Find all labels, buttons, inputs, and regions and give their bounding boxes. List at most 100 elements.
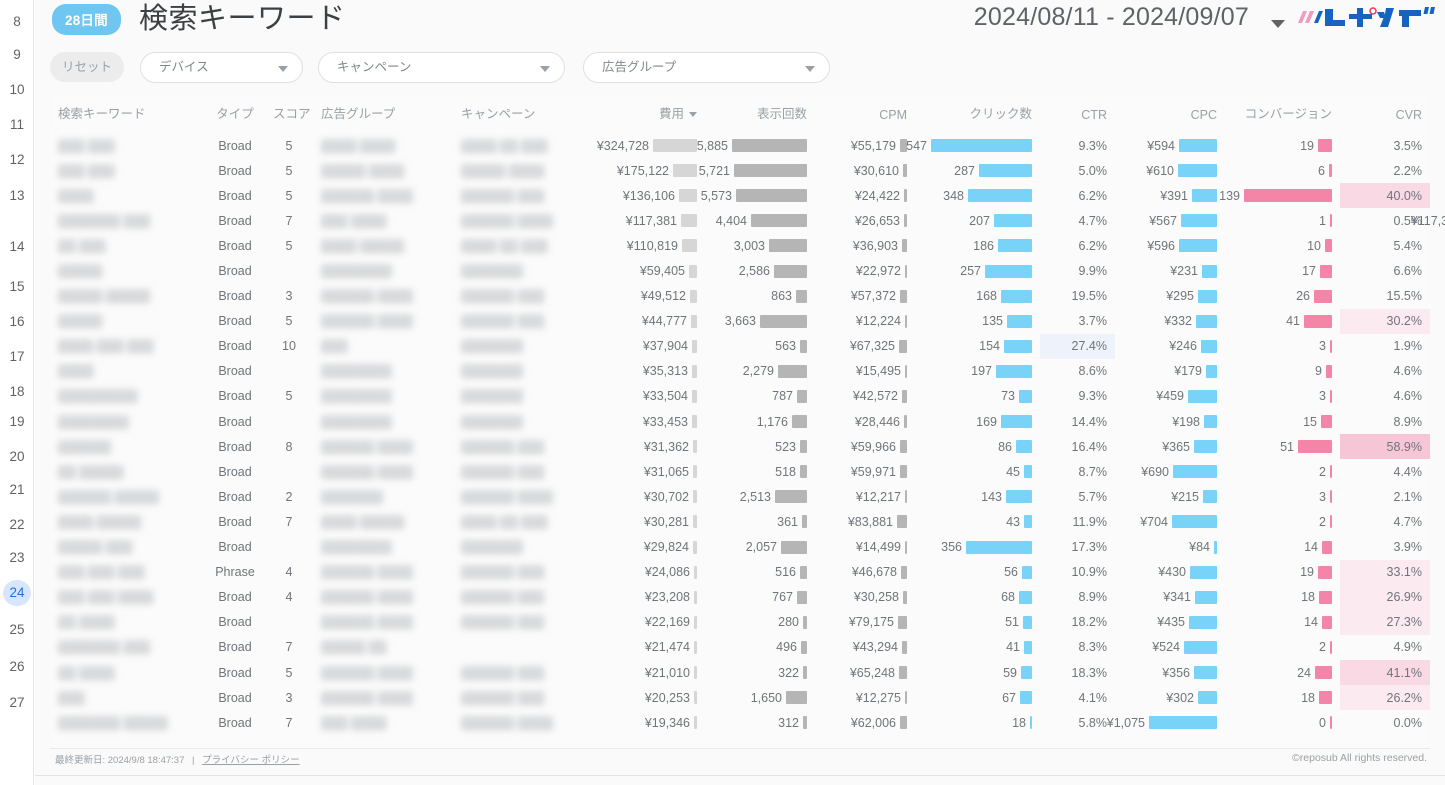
cell-campaign[interactable] (453, 635, 593, 660)
column-header-cpa[interactable]: CPA (1430, 96, 1445, 133)
cell-campaign[interactable]: ▒▒▒▒ ▒▒ ▒▒▒ (453, 509, 593, 534)
column-header-cpc[interactable]: CPC (1115, 96, 1225, 133)
row-number-17[interactable]: 17 (0, 347, 34, 367)
reset-button[interactable]: リセット (50, 52, 124, 82)
table-row[interactable]: ▒▒▒Broad3▒▒▒▒▒▒ ▒▒▒▒▒▒▒▒▒▒ ▒▒▒¥20,2531,6… (50, 685, 1445, 710)
cell-keyword[interactable]: ▒▒▒ ▒▒▒ (50, 158, 205, 183)
cell-keyword[interactable]: ▒▒▒▒▒ (50, 258, 205, 283)
cell-keyword[interactable]: ▒▒ ▒▒▒ (50, 233, 205, 258)
cell-campaign[interactable]: ▒▒▒▒▒▒▒ (453, 258, 593, 283)
column-header-adgroup[interactable]: 広告グループ (313, 96, 453, 133)
column-header-type[interactable]: タイプ (205, 96, 265, 133)
table-row[interactable]: ▒▒▒ ▒▒▒ ▒▒▒▒Broad4▒▒▒▒▒▒ ▒▒▒▒▒▒▒▒▒▒ ▒▒▒¥… (50, 585, 1445, 610)
cell-campaign[interactable]: ▒▒▒▒▒ ▒▒▒▒ (453, 158, 593, 183)
table-row[interactable]: ▒▒▒ ▒▒▒Broad5▒▒▒▒ ▒▒▒▒▒▒▒▒ ▒▒ ▒▒▒¥324,72… (50, 133, 1445, 158)
table-row[interactable]: ▒▒▒ ▒▒▒Broad5▒▒▒▒▒ ▒▒▒▒▒▒▒▒▒ ▒▒▒▒¥175,12… (50, 158, 1445, 183)
column-header-imp[interactable]: 表示回数 (705, 96, 815, 133)
cell-adgroup[interactable]: ▒▒▒▒ ▒▒▒▒▒ (313, 233, 453, 258)
column-header-cost[interactable]: 費用 (593, 96, 705, 133)
cell-campaign[interactable]: ▒▒▒▒▒▒ ▒▒▒ (453, 309, 593, 334)
cell-adgroup[interactable]: ▒▒▒ ▒▒▒▒ (313, 208, 453, 233)
cell-adgroup[interactable]: ▒▒▒ ▒▒▒▒ (313, 710, 453, 735)
column-header-clicks[interactable]: クリック数 (915, 96, 1040, 133)
cell-keyword[interactable]: ▒▒▒ (50, 685, 205, 710)
cell-keyword[interactable]: ▒▒▒ ▒▒▒ ▒▒▒▒ (50, 585, 205, 610)
table-row[interactable]: ▒▒ ▒▒▒▒Broad▒▒▒▒▒▒ ▒▒▒▒▒▒▒▒▒▒ ▒▒▒¥22,169… (50, 610, 1445, 635)
column-header-cvr[interactable]: CVR (1340, 96, 1430, 133)
cell-keyword[interactable]: ▒▒ ▒▒▒▒ (50, 610, 205, 635)
table-row[interactable]: ▒▒▒▒Broad▒▒▒▒▒▒▒▒▒▒▒▒▒▒▒¥35,3132,279¥15,… (50, 359, 1445, 384)
cell-campaign[interactable]: ▒▒▒▒▒▒▒ (453, 359, 593, 384)
table-row[interactable]: ▒▒▒▒▒▒▒ ▒▒▒▒▒Broad7▒▒▒ ▒▒▒▒▒▒▒▒▒▒ ▒▒▒▒¥1… (50, 710, 1445, 735)
table-row[interactable]: ▒▒▒▒▒Broad5▒▒▒▒▒▒ ▒▒▒▒▒▒▒▒▒▒ ▒▒▒¥44,7773… (50, 309, 1445, 334)
cell-campaign[interactable]: ▒▒▒▒▒▒ ▒▒▒ (453, 459, 593, 484)
cell-keyword[interactable]: ▒▒▒▒▒ ▒▒▒ (50, 535, 205, 560)
cell-campaign[interactable]: ▒▒▒▒▒▒ ▒▒▒▒ (453, 710, 593, 735)
table-row[interactable]: ▒▒▒▒▒▒▒ ▒▒▒Broad7▒▒▒ ▒▒▒▒▒▒▒▒▒▒ ▒▒▒▒¥117… (50, 208, 1445, 233)
device-filter-select[interactable]: デバイス (140, 52, 303, 83)
row-number-8[interactable]: 8 (0, 12, 34, 32)
cell-campaign[interactable]: ▒▒▒▒ ▒▒ ▒▒▒ (453, 133, 593, 158)
cell-keyword[interactable]: ▒▒▒▒ (50, 183, 205, 208)
cell-keyword[interactable]: ▒▒▒▒▒▒▒▒▒ (50, 384, 205, 409)
cell-adgroup[interactable]: ▒▒▒▒▒▒ ▒▒▒▒ (313, 459, 453, 484)
cell-keyword[interactable]: ▒▒▒▒▒ ▒▒▒▒▒ (50, 284, 205, 309)
table-row[interactable]: ▒▒▒▒▒▒▒▒▒Broad5▒▒▒▒▒▒▒▒▒▒▒▒▒▒▒¥33,504787… (50, 384, 1445, 409)
cell-adgroup[interactable]: ▒▒▒▒▒▒ ▒▒▒▒ (313, 685, 453, 710)
table-row[interactable]: ▒▒ ▒▒▒▒▒Broad▒▒▒▒▒▒ ▒▒▒▒▒▒▒▒▒▒ ▒▒▒¥31,06… (50, 459, 1445, 484)
privacy-policy-link[interactable]: プライバシー ポリシー (202, 755, 299, 766)
table-row[interactable]: ▒▒▒▒▒▒Broad8▒▒▒▒▒▒ ▒▒▒▒▒▒▒▒▒▒ ▒▒▒¥31,362… (50, 434, 1445, 459)
cell-adgroup[interactable]: ▒▒▒▒▒▒▒▒ (313, 359, 453, 384)
period-badge[interactable]: 28日間 (52, 4, 121, 35)
cell-campaign[interactable]: ▒▒▒▒▒▒ ▒▒▒▒ (453, 484, 593, 509)
row-number-20[interactable]: 20 (0, 447, 34, 467)
adgroup-filter-select[interactable]: 広告グループ (583, 52, 830, 83)
cell-campaign[interactable]: ▒▒▒▒▒▒▒ (453, 334, 593, 359)
table-row[interactable]: ▒▒▒▒▒▒▒ ▒▒▒Broad7▒▒▒▒▒ ▒▒¥21,474496¥43,2… (50, 635, 1445, 660)
table-row[interactable]: ▒▒ ▒▒▒▒Broad5▒▒▒▒▒▒ ▒▒▒▒▒▒▒▒▒▒ ▒▒▒¥21,01… (50, 660, 1445, 685)
cell-campaign[interactable]: ▒▒▒▒▒▒ ▒▒▒ (453, 610, 593, 635)
cell-adgroup[interactable]: ▒▒▒▒▒▒ ▒▒▒▒ (313, 560, 453, 585)
cell-campaign[interactable]: ▒▒▒▒▒▒▒ (453, 409, 593, 434)
row-number-10[interactable]: 10 (0, 80, 34, 100)
cell-keyword[interactable]: ▒▒▒▒ (50, 359, 205, 384)
cell-keyword[interactable]: ▒▒▒▒▒▒▒▒ (50, 409, 205, 434)
cell-adgroup[interactable]: ▒▒▒▒▒▒ ▒▒▒▒ (313, 183, 453, 208)
row-number-15[interactable]: 15 (0, 277, 34, 297)
table-row[interactable]: ▒▒▒▒▒ ▒▒▒Broad▒▒▒▒▒▒▒▒▒▒▒▒▒▒▒¥29,8242,05… (50, 535, 1445, 560)
cell-adgroup[interactable]: ▒▒▒▒ ▒▒▒▒ (313, 133, 453, 158)
sort-descending-icon[interactable] (689, 112, 697, 117)
cell-keyword[interactable]: ▒▒▒ ▒▒▒ ▒▒▒ (50, 560, 205, 585)
cell-campaign[interactable]: ▒▒▒▒▒▒▒ (453, 535, 593, 560)
cell-keyword[interactable]: ▒▒▒▒▒ (50, 309, 205, 334)
row-number-11[interactable]: 11 (0, 115, 34, 135)
row-number-27[interactable]: 27 (0, 693, 34, 713)
table-row[interactable]: ▒▒▒▒▒▒▒▒Broad▒▒▒▒▒▒▒▒▒▒▒▒▒▒▒¥33,4531,176… (50, 409, 1445, 434)
cell-adgroup[interactable]: ▒▒▒▒▒▒▒▒ (313, 409, 453, 434)
cell-adgroup[interactable]: ▒▒▒▒▒▒ ▒▒▒▒ (313, 610, 453, 635)
row-number-19[interactable]: 19 (0, 412, 34, 432)
cell-campaign[interactable]: ▒▒▒▒▒▒ ▒▒▒ (453, 660, 593, 685)
cell-keyword[interactable]: ▒▒ ▒▒▒▒▒ (50, 459, 205, 484)
cell-keyword[interactable]: ▒▒▒▒ ▒▒▒ ▒▒▒ (50, 334, 205, 359)
campaign-filter-select[interactable]: キャンペーン (318, 52, 565, 83)
cell-keyword[interactable]: ▒▒▒▒▒▒▒ ▒▒▒▒▒ (50, 710, 205, 735)
cell-adgroup[interactable]: ▒▒▒ (313, 334, 453, 359)
cell-campaign[interactable]: ▒▒▒▒▒▒ ▒▒▒ (453, 685, 593, 710)
column-header-ctr[interactable]: CTR (1040, 96, 1115, 133)
row-number-14[interactable]: 14 (0, 237, 34, 257)
row-number-9[interactable]: 9 (0, 45, 34, 65)
cell-adgroup[interactable]: ▒▒▒▒▒▒ ▒▒▒▒ (313, 434, 453, 459)
row-number-18[interactable]: 18 (0, 382, 34, 402)
cell-campaign[interactable]: ▒▒▒▒▒▒▒ (453, 384, 593, 409)
cell-adgroup[interactable]: ▒▒▒▒▒▒ ▒▒▒▒ (313, 309, 453, 334)
row-number-24[interactable]: 24 (0, 583, 34, 606)
row-number-16[interactable]: 16 (0, 312, 34, 332)
date-range-label[interactable]: 2024/08/11 - 2024/09/07 (974, 3, 1249, 32)
cell-campaign[interactable]: ▒▒▒▒▒▒ ▒▒▒ (453, 560, 593, 585)
cell-adgroup[interactable]: ▒▒▒▒▒▒ ▒▒▒▒ (313, 585, 453, 610)
table-row[interactable]: ▒▒▒▒ ▒▒▒▒▒Broad7▒▒▒▒ ▒▒▒▒▒▒▒▒▒ ▒▒ ▒▒▒¥30… (50, 509, 1445, 534)
cell-adgroup[interactable]: ▒▒▒▒ ▒▒▒▒▒ (313, 509, 453, 534)
cell-keyword[interactable]: ▒▒▒▒▒▒ ▒▒▒▒▒ (50, 484, 205, 509)
cell-adgroup[interactable]: ▒▒▒▒▒▒ ▒▒▒▒ (313, 660, 453, 685)
